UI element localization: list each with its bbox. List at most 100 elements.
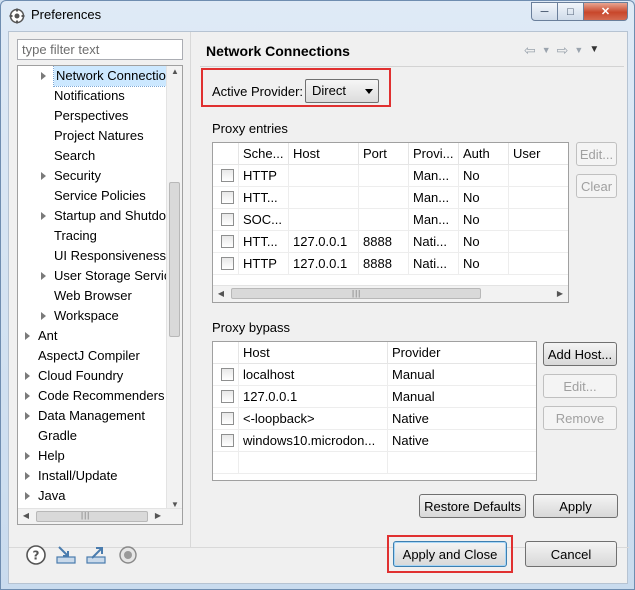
table-cell[interactable]: No (459, 187, 509, 209)
tree-item[interactable]: Workspace (18, 306, 166, 326)
table-cell[interactable] (359, 187, 409, 209)
row-checkbox[interactable] (221, 412, 234, 425)
expand-arrow-icon[interactable] (25, 372, 30, 380)
view-menu-icon[interactable]: ▼ (589, 44, 599, 59)
active-provider-select[interactable]: Direct (305, 79, 379, 103)
tree-item[interactable]: Code Recommenders (18, 386, 166, 406)
close-button[interactable]: ✕ (584, 2, 628, 21)
scroll-left-icon[interactable]: ◀ (213, 289, 229, 298)
table-cell[interactable]: HTTP (239, 165, 289, 187)
tree-item[interactable]: Perspectives (18, 106, 166, 126)
tree-vertical-thumb[interactable] (169, 182, 180, 337)
column-header[interactable]: Sche... (239, 143, 289, 165)
remove-button[interactable]: Remove (543, 406, 617, 430)
tree-item[interactable]: Help (18, 446, 166, 466)
column-header[interactable]: Port (359, 143, 409, 165)
table-cell[interactable] (509, 209, 568, 231)
row-checkbox[interactable] (221, 191, 234, 204)
table-cell[interactable]: localhost (239, 364, 388, 386)
expand-arrow-icon[interactable] (41, 72, 46, 80)
table-cell[interactable] (509, 187, 568, 209)
back-icon[interactable]: ⇦ (524, 42, 536, 59)
table-cell[interactable]: 8888 (359, 253, 409, 275)
apply-and-close-button[interactable]: Apply and Close (393, 541, 507, 567)
tree-item[interactable]: AspectJ Compiler (18, 346, 166, 366)
expand-arrow-icon[interactable] (25, 492, 30, 500)
proxy-entries-edit-button[interactable]: Edit... (576, 142, 617, 166)
table-cell[interactable]: Man... (409, 187, 459, 209)
pane-sash[interactable] (190, 32, 191, 547)
tree-item[interactable]: User Storage Servic (18, 266, 170, 286)
expand-arrow-icon[interactable] (41, 212, 46, 220)
tree-item[interactable]: Java (18, 486, 166, 506)
proxy-bypass-edit-button[interactable]: Edit... (543, 374, 617, 398)
table-cell[interactable] (289, 187, 359, 209)
table-cell[interactable]: No (459, 209, 509, 231)
table-cell[interactable]: No (459, 165, 509, 187)
row-checkbox[interactable] (221, 213, 234, 226)
add-host-button[interactable]: Add Host... (543, 342, 617, 366)
row-checkbox[interactable] (221, 368, 234, 381)
preference-tree[interactable]: Network Connectio Notifications Perspectiv… (17, 65, 183, 525)
tree-horizontal-thumb[interactable] (36, 511, 148, 522)
table-cell[interactable]: 127.0.0.1 (289, 231, 359, 253)
tree-item[interactable]: Web Browser (18, 286, 166, 306)
expand-arrow-icon[interactable] (41, 172, 46, 180)
table-cell[interactable] (359, 209, 409, 231)
table-cell[interactable]: Nati... (409, 231, 459, 253)
table-cell[interactable]: No (459, 231, 509, 253)
table-cell[interactable]: Native (388, 408, 536, 430)
tree-item[interactable]: Ant (18, 326, 166, 346)
tree-item[interactable]: Startup and Shutdo (18, 206, 166, 226)
expand-arrow-icon[interactable] (25, 412, 30, 420)
tree-item[interactable]: Network Connectio (18, 66, 169, 87)
import-icon[interactable] (55, 544, 77, 566)
scroll-right-icon[interactable]: ▶ (150, 511, 166, 520)
proxy-bypass-table[interactable]: Host Provider localhost Manual 127.0.0.1 Manu… (212, 341, 537, 481)
minimize-button[interactable]: ─ (531, 2, 558, 21)
cancel-button[interactable]: Cancel (525, 541, 617, 567)
tree-item[interactable]: Notifications (18, 86, 166, 106)
row-checkbox[interactable] (221, 434, 234, 447)
row-checkbox[interactable] (221, 257, 234, 270)
tree-item[interactable]: Gradle (18, 426, 166, 446)
scroll-right-icon[interactable]: ▶ (552, 289, 568, 298)
column-header[interactable]: Host (239, 342, 388, 364)
row-checkbox[interactable] (221, 235, 234, 248)
expand-arrow-icon[interactable] (25, 392, 30, 400)
tree-item[interactable]: UI Responsiveness (18, 246, 166, 266)
filter-input[interactable]: type filter text (17, 39, 183, 60)
table-cell[interactable]: Native (388, 430, 536, 452)
tree-item[interactable]: Search (18, 146, 166, 166)
table-cell[interactable]: Man... (409, 209, 459, 231)
expand-arrow-icon[interactable] (25, 452, 30, 460)
title-bar[interactable]: Preferences ─ □ ✕ (1, 1, 634, 31)
table-cell[interactable] (289, 209, 359, 231)
table-cell[interactable] (509, 253, 568, 275)
table-cell[interactable]: Manual (388, 364, 536, 386)
table-cell[interactable] (509, 165, 568, 187)
row-checkbox[interactable] (221, 169, 234, 182)
table-horizontal-scrollbar[interactable]: ◀ ||| ▶ (213, 285, 568, 302)
column-header[interactable]: Provi... (409, 143, 459, 165)
tree-item[interactable]: Service Policies (18, 186, 166, 206)
proxy-entries-table[interactable]: Sche... Host Port Provi... Auth User HTTP Man..… (212, 142, 569, 303)
table-cell[interactable] (388, 452, 536, 474)
tree-item[interactable]: Install/Update (18, 466, 166, 486)
column-header[interactable]: Provider (388, 342, 536, 364)
expand-arrow-icon[interactable] (41, 312, 46, 320)
forward-menu-icon[interactable]: ▼ (574, 45, 583, 59)
column-header[interactable]: Auth (459, 143, 509, 165)
expand-arrow-icon[interactable] (25, 332, 30, 340)
table-cell[interactable] (239, 452, 388, 474)
apply-button[interactable]: Apply (533, 494, 618, 518)
clear-button[interactable]: Clear (576, 174, 617, 198)
scroll-up-icon[interactable]: ▲ (167, 67, 182, 76)
expand-arrow-icon[interactable] (41, 272, 46, 280)
table-cell[interactable]: 8888 (359, 231, 409, 253)
tree-vertical-scrollbar[interactable]: ▲ ▼ (166, 66, 182, 510)
table-cell[interactable]: Manual (388, 386, 536, 408)
table-cell[interactable]: HTT... (239, 231, 289, 253)
table-cell[interactable] (359, 165, 409, 187)
table-cell[interactable]: <-loopback> (239, 408, 388, 430)
